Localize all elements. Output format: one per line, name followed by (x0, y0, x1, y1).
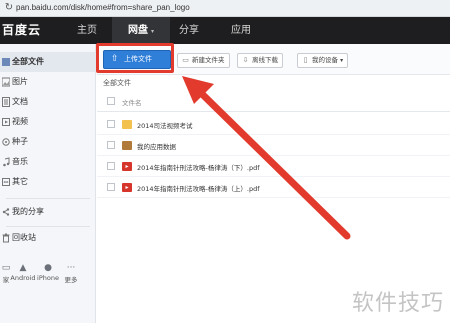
nav-netdisk[interactable]: 网盘 ▾ (112, 17, 170, 44)
reload-icon[interactable]: ↻ (3, 2, 15, 14)
browser-address-bar: ↻ pan.baidu.com/disk/home#from=share_pan… (0, 0, 450, 17)
watermark-text: 软件技巧 (351, 291, 444, 316)
torrent-icon (2, 138, 10, 146)
sidebar-item-all-files[interactable]: 全部文件 (0, 52, 96, 72)
file-name[interactable]: 2014年指南针刑法攻略-杨律涛（下）.pdf (137, 162, 260, 172)
nav-home[interactable]: 主页 (64, 17, 110, 44)
file-row[interactable]: 我的应用数据 (97, 135, 450, 156)
sidebar-item-recycle-bin[interactable]: 回收站 (0, 228, 96, 248)
offline-download-button[interactable]: ⇩ 离线下载 (237, 53, 283, 68)
pdf-icon: ▸ (122, 162, 132, 171)
music-icon (3, 157, 10, 167)
recycle-bin-icon (2, 233, 10, 243)
chevron-down-icon: ▾ (150, 28, 154, 35)
my-devices-button[interactable]: ▯ 我的设备 ▾ (297, 53, 349, 68)
device-android[interactable]: ▲ Android (10, 262, 36, 292)
document-icon (2, 97, 10, 107)
breadcrumb[interactable]: 全部文件 (103, 78, 131, 88)
folder-icon (122, 120, 132, 129)
image-icon (2, 77, 10, 87)
sidebar-item-videos[interactable]: 视频 (0, 112, 96, 132)
new-folder-icon: ▭ (182, 56, 189, 64)
file-name[interactable]: 2014年指南针刑法攻略-杨律涛（上）.pdf (137, 183, 260, 193)
column-filename[interactable]: 文件名 (122, 97, 142, 107)
all-files-icon (2, 58, 10, 66)
sidebar: 全部文件 图片 文档 视频 种子 音乐 其它 我的分享 回收站 ▭ 家 ▲ An… (0, 44, 96, 323)
file-row[interactable]: ▸ 2014年指南针刑法攻略-杨律涛（上）.pdf (97, 177, 450, 198)
file-name[interactable]: 2014司法视频考试 (137, 120, 193, 130)
row-checkbox[interactable] (107, 162, 115, 170)
sidebar-item-images[interactable]: 图片 (0, 72, 96, 92)
more-icon: ··· (66, 263, 76, 273)
pdf-icon: ▸ (122, 183, 132, 192)
sidebar-item-music[interactable]: 音乐 (0, 152, 96, 172)
video-icon (2, 118, 10, 126)
file-row[interactable]: ▸ 2014年指南针刑法攻略-杨律涛（下）.pdf (97, 156, 450, 177)
other-icon (2, 178, 10, 186)
device-icon: ▯ (303, 56, 308, 64)
nav-apps[interactable]: 应用 (222, 17, 260, 44)
top-nav: 百度云 主页 网盘 ▾ 分享 应用 (0, 17, 450, 44)
sidebar-item-documents[interactable]: 文档 (0, 92, 96, 112)
sidebar-item-my-shares[interactable]: 我的分享 (0, 202, 96, 222)
download-icon: ⇩ (242, 56, 249, 64)
android-icon: ▲ (19, 263, 27, 273)
share-icon (2, 208, 10, 216)
new-folder-button[interactable]: ▭ 新建文件夹 (177, 53, 230, 68)
device-more[interactable]: ··· 更多 (58, 262, 84, 292)
sidebar-item-torrents[interactable]: 种子 (0, 132, 96, 152)
file-row[interactable]: 2014司法视频考试 (97, 114, 450, 135)
row-checkbox[interactable] (107, 183, 115, 191)
row-checkbox[interactable] (107, 141, 115, 149)
select-all-checkbox[interactable] (107, 97, 115, 105)
sidebar-divider (6, 226, 90, 227)
sidebar-item-other[interactable]: 其它 (0, 172, 96, 192)
sidebar-divider (6, 198, 90, 199)
nav-share[interactable]: 分享 (170, 17, 208, 44)
row-checkbox[interactable] (107, 120, 115, 128)
url-text[interactable]: pan.baidu.com/disk/home#from=share_pan_l… (16, 1, 190, 15)
file-name[interactable]: 我的应用数据 (137, 141, 176, 151)
page: ↻ pan.baidu.com/disk/home#from=share_pan… (0, 0, 450, 323)
chevron-down-icon: ▾ (340, 57, 344, 64)
highlight-box (96, 43, 174, 73)
baidu-cloud-logo[interactable]: 百度云 (2, 20, 41, 41)
app-data-icon (122, 141, 132, 150)
file-list-header: 文件名 (97, 90, 450, 112)
